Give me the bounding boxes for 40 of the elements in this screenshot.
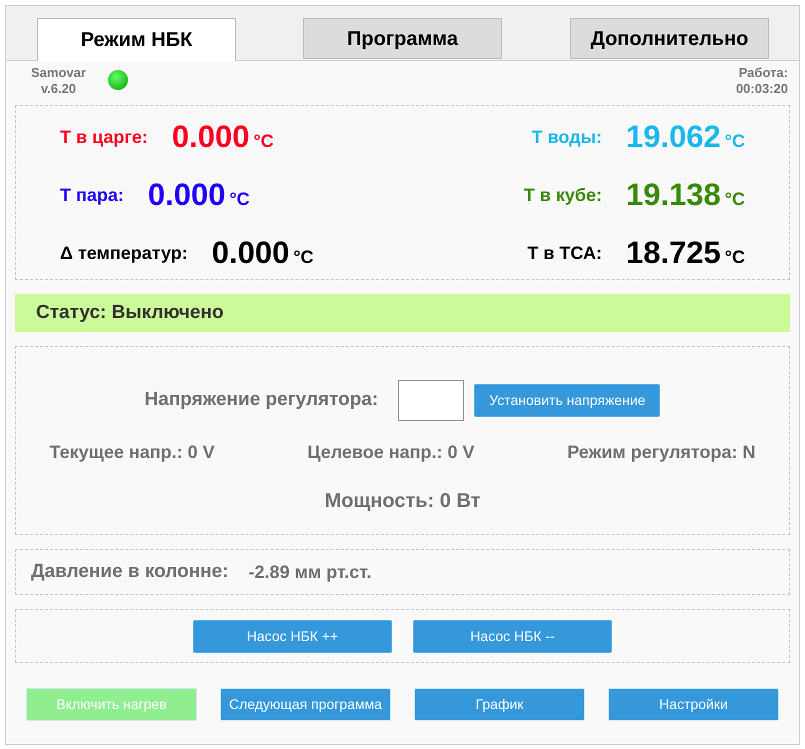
- temperature-unit: °C: [293, 246, 314, 268]
- power-reading: Мощность: 0 Вт: [324, 489, 480, 514]
- temperature-unit: °C: [229, 188, 250, 210]
- temperature-label: Т в кубе:: [524, 184, 602, 207]
- regulator-reading: Целевое напр.: 0 V: [307, 441, 475, 464]
- temperature-label: Δ температур:: [60, 242, 188, 265]
- pressure-label: Давление в колонне:: [31, 560, 229, 584]
- uptime-label: Работа:: [738, 65, 788, 81]
- voltage-input[interactable]: [398, 380, 464, 421]
- temperature-unit: °C: [253, 130, 274, 152]
- pump-button[interactable]: Насос НБК ++: [193, 620, 392, 652]
- uptime-value: 00:03:20: [736, 81, 788, 97]
- status-bar: Статус: Выключено: [15, 294, 790, 332]
- tab[interactable]: Дополнительно: [570, 18, 769, 59]
- regulator-reading: Режим регулятора: N: [567, 441, 756, 464]
- action-button[interactable]: Следующая программа: [220, 688, 391, 721]
- temperature-unit: °C: [724, 130, 745, 152]
- voltage-label: Напряжение регулятора:: [144, 388, 378, 412]
- temperature-label: Т в ТСА:: [527, 242, 602, 264]
- temperature-value: 18.725: [626, 234, 721, 272]
- temperature-label: Т в царге:: [60, 126, 148, 149]
- action-button[interactable]: График: [414, 688, 585, 721]
- temperature-label: Т воды:: [532, 126, 602, 149]
- tab[interactable]: Программа: [303, 18, 502, 59]
- temperature-value: 0.000: [212, 234, 290, 272]
- temperature-unit: °C: [724, 246, 745, 268]
- temperature-value: 0.000: [172, 118, 250, 156]
- temperature-unit: °C: [724, 188, 745, 210]
- temperature-value: 19.062: [626, 118, 721, 156]
- temperature-label: Т пара:: [60, 184, 124, 207]
- temperature-value: 0.000: [148, 176, 226, 214]
- app-name: Samovar: [31, 65, 86, 81]
- pump-button[interactable]: Насос НБК --: [413, 620, 612, 652]
- temperature-value: 19.138: [626, 176, 721, 214]
- set-voltage-button[interactable]: Установить напряжение: [474, 384, 660, 417]
- app-version: v.6.20: [40, 81, 76, 97]
- action-button[interactable]: Настройки: [608, 688, 779, 721]
- regulator-reading: Текущее напр.: 0 V: [50, 441, 215, 464]
- tab[interactable]: Режим НБК: [37, 18, 236, 61]
- pressure-value: -2.89 мм рт.ст.: [248, 560, 372, 584]
